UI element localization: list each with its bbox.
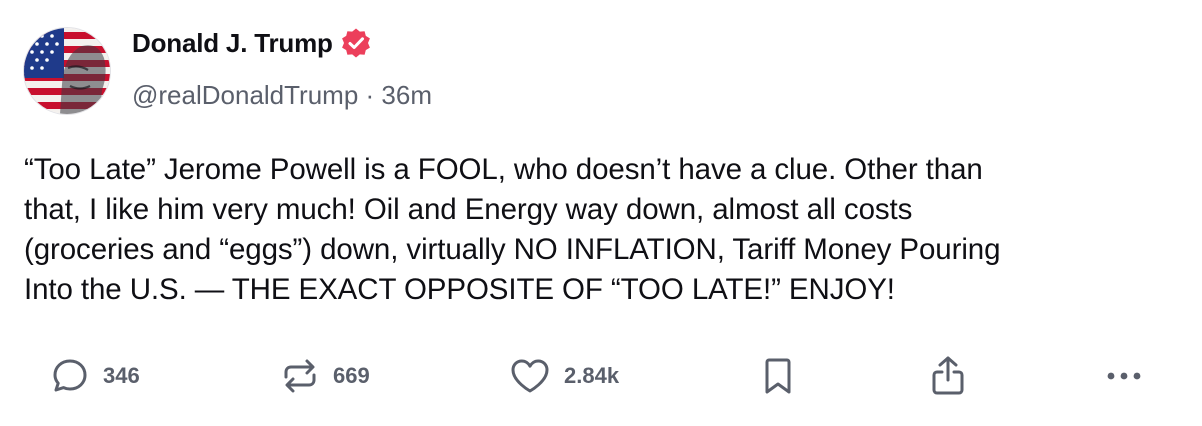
post-body-line: that, I like him very much! Oil and Ener…: [24, 193, 913, 226]
author-meta-row: @realDonaldTrump · 36m: [132, 80, 432, 111]
bookmark-button[interactable]: [760, 348, 796, 404]
share-icon: [932, 356, 964, 395]
like-count: 2.84k: [564, 363, 620, 388]
author-display-name[interactable]: Donald J. Trump: [132, 28, 333, 59]
post-body-line: “Too Late” Jerome Powell is a FOOL, who …: [24, 153, 983, 186]
share-button[interactable]: [928, 348, 968, 404]
flag-portrait-avatar: [24, 28, 110, 114]
reply-count: 346: [103, 363, 140, 388]
bookmark-icon: [765, 358, 791, 394]
reply-button[interactable]: 346: [49, 348, 140, 404]
repost-icon: [284, 359, 316, 393]
repost-count: 669: [333, 363, 370, 388]
reply-icon: [53, 359, 87, 392]
post-body-line: (groceries and “eggs”) down, virtually N…: [24, 233, 1001, 266]
post-body: “Too Late” Jerome Powell is a FOOL, who …: [24, 150, 1184, 310]
post-body-line: Into the U.S. — THE EXACT OPPOSITE OF “T…: [24, 273, 895, 306]
verified-badge-icon: [340, 27, 372, 59]
post-card: Donald J. Trump @realDonaldTrump · 36m “…: [0, 0, 1202, 426]
avatar[interactable]: [23, 27, 111, 115]
post-timestamp[interactable]: 36m: [381, 80, 432, 110]
repost-button[interactable]: 669: [279, 348, 370, 404]
more-options-button[interactable]: [1104, 348, 1144, 404]
action-bar: 346 669 2.84k: [0, 348, 1202, 404]
meta-separator: ·: [358, 80, 382, 110]
author-name-row: Donald J. Trump: [132, 27, 372, 59]
author-handle[interactable]: @realDonaldTrump: [132, 80, 358, 110]
like-button[interactable]: 2.84k: [508, 348, 619, 404]
heart-icon: [511, 359, 549, 393]
more-icon: [1107, 372, 1141, 380]
